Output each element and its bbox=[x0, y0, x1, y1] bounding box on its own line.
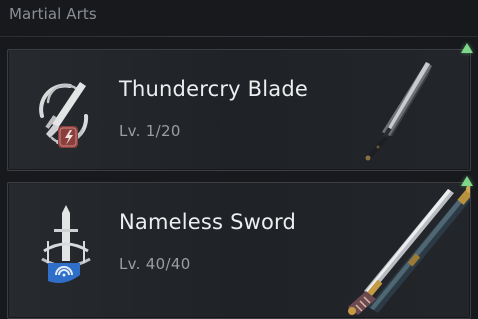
section-title: Martial Arts bbox=[9, 5, 97, 23]
upgrade-available-icon bbox=[461, 43, 473, 53]
blade-skill-icon bbox=[39, 82, 89, 148]
dark-blade-image bbox=[365, 62, 432, 161]
skill-name: Thundercry Blade bbox=[119, 77, 309, 101]
upgrade-available-icon bbox=[461, 176, 473, 186]
skill-level: Lv. 40/40 bbox=[119, 255, 191, 273]
card-highlight bbox=[8, 50, 470, 51]
skill-name: Nameless Sword bbox=[119, 210, 297, 234]
section-divider bbox=[0, 36, 478, 37]
skill-card-nameless-sword[interactable]: Nameless Sword Lv. 40/40 bbox=[7, 182, 471, 319]
sword-skill-icon bbox=[41, 205, 91, 283]
skill-card-thundercry-blade[interactable]: Thundercry Blade Lv. 1/20 bbox=[7, 49, 471, 171]
skill-level: Lv. 1/20 bbox=[119, 122, 181, 140]
ornate-sword-image bbox=[348, 185, 470, 315]
